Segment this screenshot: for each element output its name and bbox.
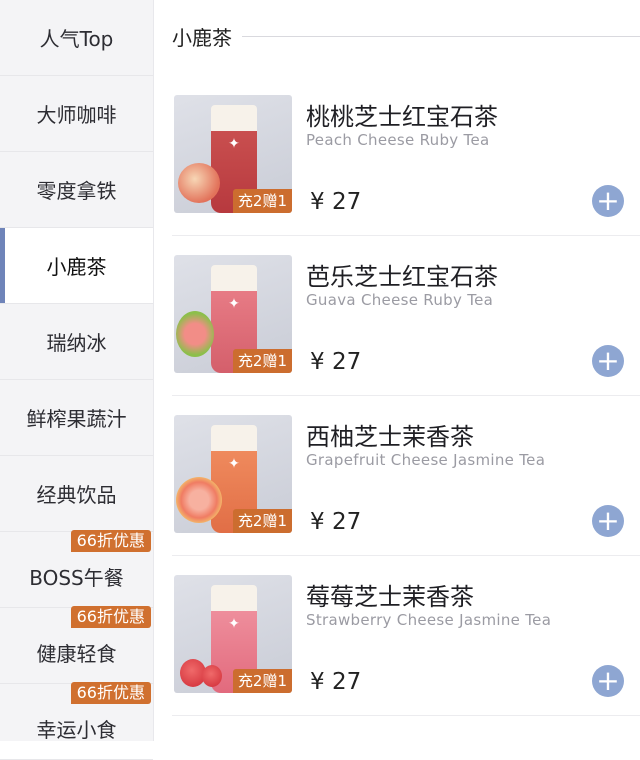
sidebar-item-classic[interactable]: 经典饮品	[0, 456, 153, 532]
sidebar-item-light-food[interactable]: 66折优惠 健康轻食	[0, 606, 153, 684]
active-indicator	[0, 228, 5, 303]
plus-icon: +	[596, 184, 620, 217]
sidebar-item-label: 小鹿茶	[46, 255, 107, 279]
add-to-cart-button[interactable]: +	[592, 665, 624, 697]
sidebar-item-juice[interactable]: 鲜榨果蔬汁	[0, 380, 153, 456]
add-to-cart-button[interactable]: +	[592, 345, 624, 377]
peach-icon	[178, 163, 220, 203]
sidebar-item-label: 经典饮品	[36, 483, 117, 507]
discount-badge: 66折优惠	[70, 682, 151, 704]
promo-badge: 充2赠1	[232, 189, 292, 213]
product-card[interactable]: ✦ 充2赠1 桃桃芝士红宝石茶 Peach Cheese Ruby Tea ¥ …	[172, 95, 640, 236]
drink-image: ✦ 充2赠1	[174, 255, 292, 373]
drink-image: ✦ 充2赠1	[174, 415, 292, 533]
sidebar-item-label: 鲜榨果蔬汁	[26, 407, 127, 431]
sidebar-item-deer-tea[interactable]: 小鹿茶	[0, 228, 153, 304]
product-list: 小鹿茶 ✦ 充2赠1 桃桃芝士红宝石茶 Peach Cheese Ruby Te…	[154, 0, 640, 741]
product-name-en: Strawberry Cheese Jasmine Tea	[306, 611, 552, 629]
section-header: 小鹿茶	[172, 22, 640, 51]
sidebar-item-label: 瑞纳冰	[46, 331, 107, 355]
promo-badge: 充2赠1	[232, 509, 292, 533]
product-name-en: Guava Cheese Ruby Tea	[306, 291, 494, 309]
deer-logo-icon: ✦	[228, 456, 240, 472]
product-name-en: Peach Cheese Ruby Tea	[306, 131, 490, 149]
product-name: 桃桃芝士红宝石茶	[306, 103, 498, 131]
sidebar-item-snacks[interactable]: 66折优惠 幸运小食	[0, 682, 153, 760]
promo-badge: 充2赠1	[232, 669, 292, 693]
drink-image: ✦ 充2赠1	[174, 95, 292, 213]
sidebar-item-zero-latte[interactable]: 零度拿铁	[0, 152, 153, 228]
plus-icon: +	[596, 344, 620, 377]
product-name: 西柚芝士茉香茶	[306, 423, 474, 451]
add-to-cart-button[interactable]: +	[592, 185, 624, 217]
section-title: 小鹿茶	[172, 26, 232, 50]
deer-logo-icon: ✦	[228, 616, 240, 632]
grapefruit-icon	[176, 477, 222, 523]
product-card[interactable]: ✦ 充2赠1 西柚芝士茉香茶 Grapefruit Cheese Jasmine…	[172, 415, 640, 556]
product-price: ¥ 27	[310, 509, 362, 535]
sidebar-item-ice[interactable]: 瑞纳冰	[0, 304, 153, 380]
sidebar-item-label: 健康轻食	[36, 642, 117, 666]
sidebar-item-label: BOSS午餐	[29, 566, 124, 590]
strawberry-icon	[202, 665, 222, 687]
sidebar-item-label: 零度拿铁	[36, 179, 117, 203]
product-card[interactable]: ✦ 充2赠1 莓莓芝士茉香茶 Strawberry Cheese Jasmine…	[172, 575, 640, 716]
product-price: ¥ 27	[310, 669, 362, 695]
divider	[242, 36, 640, 37]
product-price: ¥ 27	[310, 349, 362, 375]
discount-badge: 66折优惠	[70, 606, 151, 628]
sidebar-item-top[interactable]: 人气Top	[0, 0, 153, 76]
drink-image: ✦ 充2赠1	[174, 575, 292, 693]
deer-logo-icon: ✦	[228, 296, 240, 312]
product-card[interactable]: ✦ 充2赠1 芭乐芝士红宝石茶 Guava Cheese Ruby Tea ¥ …	[172, 255, 640, 396]
product-price: ¥ 27	[310, 189, 362, 215]
product-name: 芭乐芝士红宝石茶	[306, 263, 498, 291]
plus-icon: +	[596, 664, 620, 697]
category-sidebar: 人气Top 大师咖啡 零度拿铁 小鹿茶 瑞纳冰 鲜榨果蔬汁 经典饮品 66折优惠…	[0, 0, 154, 760]
promo-badge: 充2赠1	[232, 349, 292, 373]
sidebar-item-label: 大师咖啡	[36, 103, 117, 127]
plus-icon: +	[596, 504, 620, 537]
sidebar-item-master-coffee[interactable]: 大师咖啡	[0, 76, 153, 152]
sidebar-item-boss-lunch[interactable]: 66折优惠 BOSS午餐	[0, 530, 153, 608]
guava-icon	[176, 311, 214, 357]
product-name: 莓莓芝士茉香茶	[306, 583, 474, 611]
sidebar-item-label: 人气Top	[39, 27, 114, 51]
discount-badge: 66折优惠	[70, 530, 151, 552]
sidebar-item-label: 幸运小食	[36, 718, 117, 742]
deer-logo-icon: ✦	[228, 136, 240, 152]
add-to-cart-button[interactable]: +	[592, 505, 624, 537]
product-name-en: Grapefruit Cheese Jasmine Tea	[306, 451, 546, 469]
